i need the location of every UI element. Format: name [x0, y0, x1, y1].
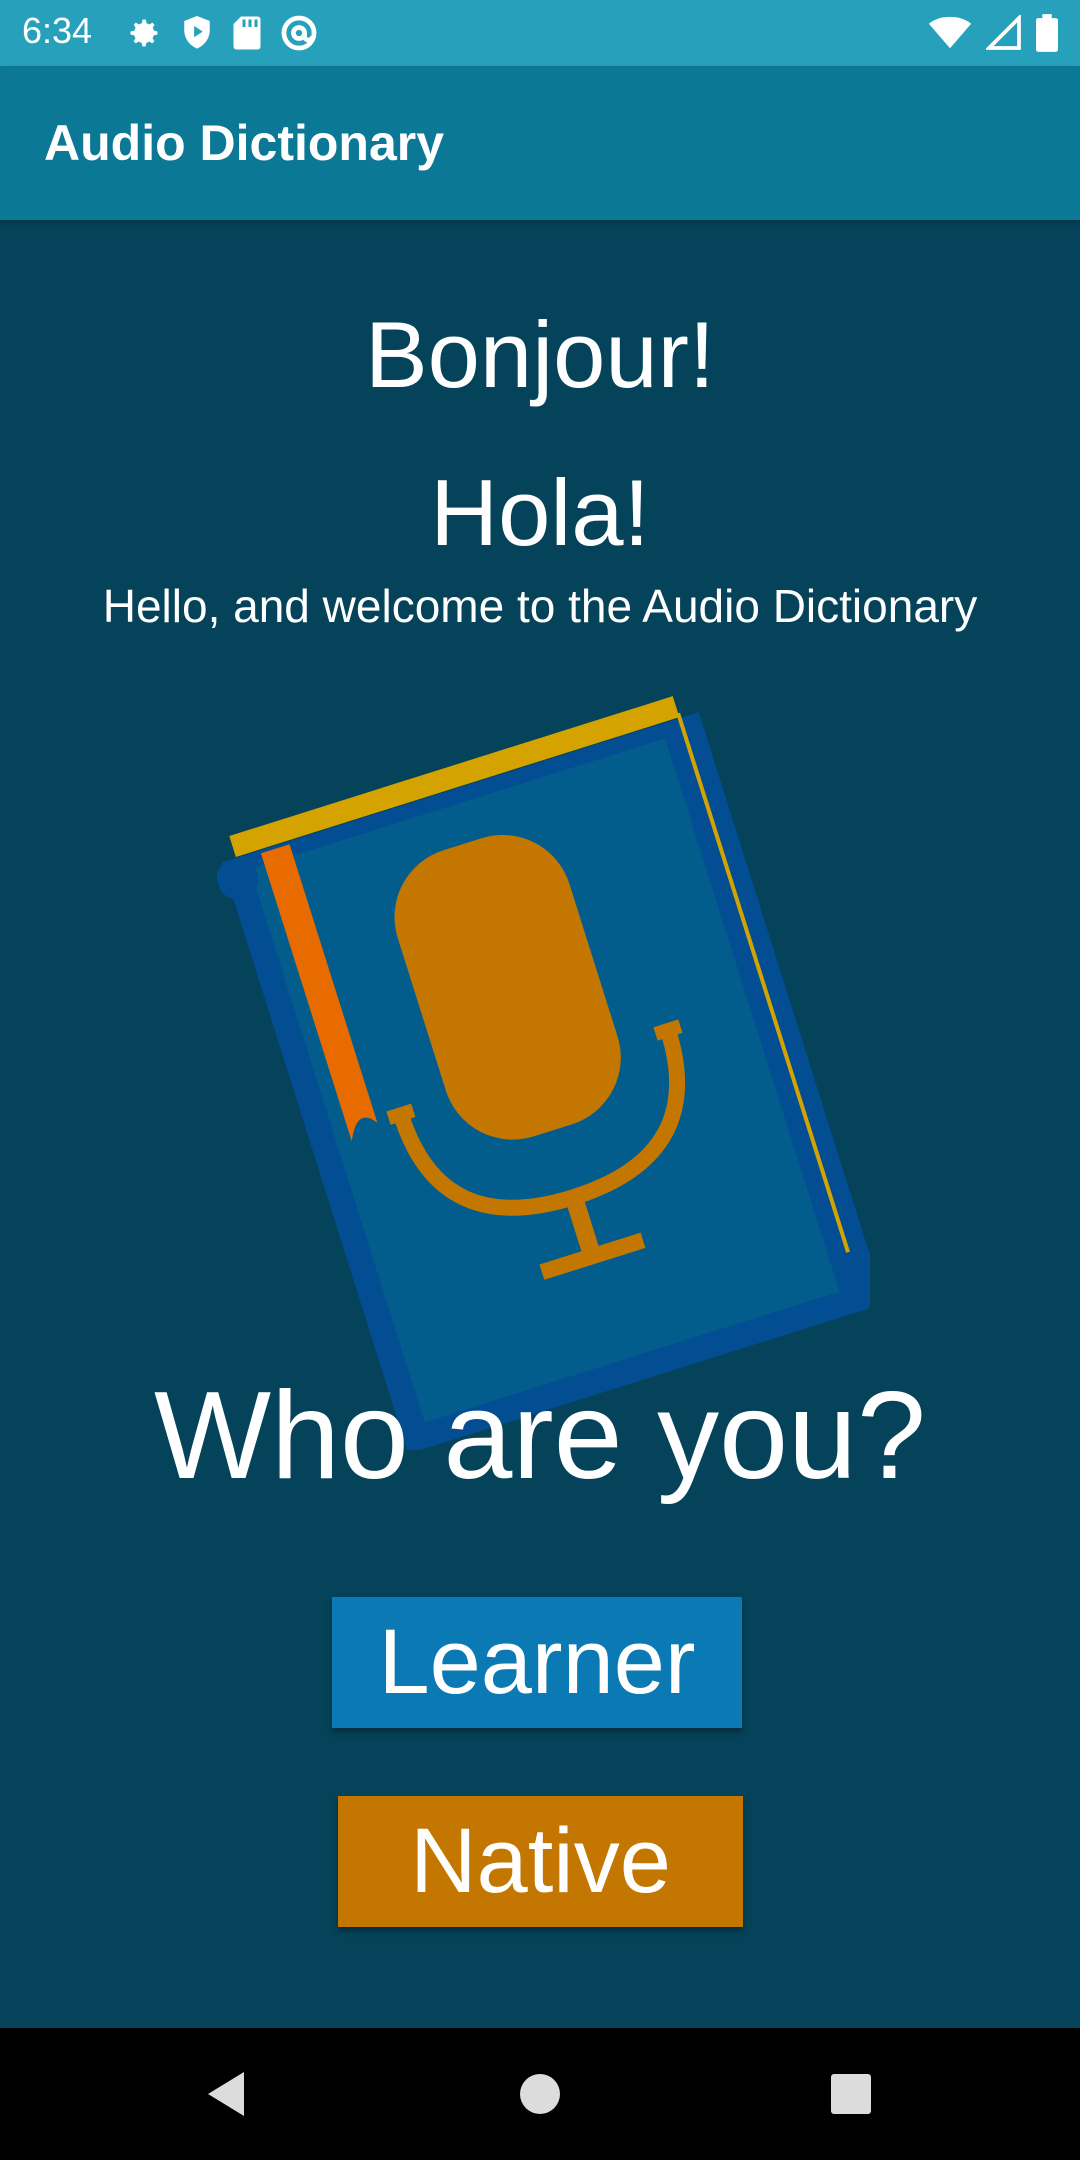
- shield-play-icon: [180, 14, 214, 52]
- greeting-french: Bonjour!: [364, 302, 716, 407]
- status-icons-right: [928, 12, 1058, 54]
- navigation-bar: [0, 2028, 1080, 2160]
- status-bar: 6:34: [0, 0, 1080, 66]
- gear-icon: [126, 15, 162, 51]
- sd-card-icon: [232, 15, 262, 51]
- battery-icon: [1036, 14, 1058, 52]
- cell-signal-icon: [986, 15, 1022, 51]
- back-icon[interactable]: [166, 2028, 286, 2160]
- wifi-icon: [928, 16, 972, 50]
- at-sign-icon: [280, 14, 318, 52]
- book-microphone-illustration: [210, 630, 886, 1454]
- recents-icon[interactable]: [791, 2028, 911, 2160]
- home-icon[interactable]: [480, 2028, 600, 2160]
- welcome-text: Hello, and welcome to the Audio Dictiona…: [102, 580, 978, 632]
- learner-button[interactable]: Learner: [332, 1597, 742, 1728]
- native-button[interactable]: Native: [338, 1796, 743, 1927]
- status-time: 6:34: [22, 10, 93, 51]
- app-title: Audio Dictionary: [44, 115, 445, 171]
- app-bar: Audio Dictionary: [0, 66, 1080, 220]
- who-are-you-heading: Who are you?: [154, 1367, 926, 1505]
- status-icons-left: [126, 12, 318, 54]
- greeting-spanish: Hola!: [430, 460, 650, 565]
